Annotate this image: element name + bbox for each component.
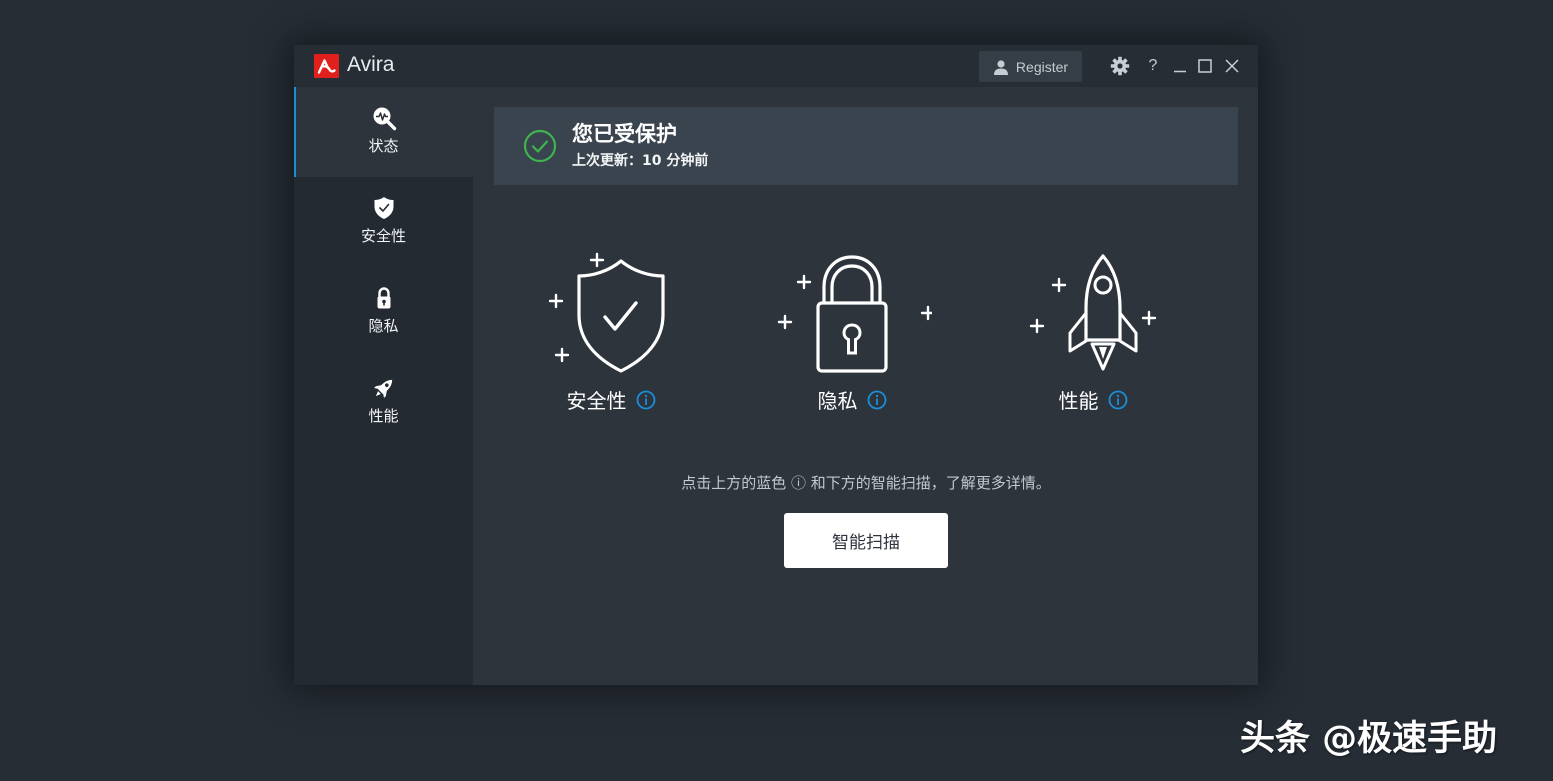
feature-label: 隐私 xyxy=(752,385,952,414)
feature-privacy[interactable]: 隐私 xyxy=(752,245,952,420)
status-title: 您已受保护 xyxy=(572,122,677,146)
avira-window: Avira Register ? 状态 安全性 隐私 性能 您已受保护 上次更新… xyxy=(294,45,1258,685)
feature-security[interactable]: 安全性 xyxy=(511,245,711,420)
title-bar[interactable]: Avira Register ? xyxy=(294,45,1258,87)
hint-text: 点击上方的蓝色 ⓘ 和下方的智能扫描，了解更多详情。 xyxy=(681,474,1051,492)
app-name: Avira xyxy=(347,53,395,76)
feature-security-label: 安全性 xyxy=(566,389,627,413)
help-button[interactable]: ? xyxy=(1142,55,1164,77)
rocket-icon xyxy=(1029,254,1157,371)
padlock-icon xyxy=(777,255,932,373)
user-icon xyxy=(993,59,1008,75)
sidebar-item-label: 隐私 xyxy=(368,317,399,335)
info-icon[interactable] xyxy=(867,390,887,410)
close-icon xyxy=(1225,59,1239,73)
sidebar-item-label: 状态 xyxy=(368,137,399,155)
maximize-button[interactable] xyxy=(1194,55,1216,77)
sidebar-item-label: 性能 xyxy=(368,407,399,425)
status-scan-icon xyxy=(373,107,397,131)
maximize-icon xyxy=(1198,59,1212,73)
shield-icon xyxy=(374,197,394,219)
close-button[interactable] xyxy=(1221,55,1243,77)
lock-icon xyxy=(377,287,391,309)
avira-logo-icon xyxy=(317,59,336,74)
minimize-button[interactable] xyxy=(1169,55,1191,77)
sidebar: 状态 安全性 隐私 性能 xyxy=(294,87,473,685)
sidebar-item-performance[interactable]: 性能 xyxy=(294,357,473,447)
register-button[interactable]: Register xyxy=(979,51,1082,82)
feature-performance[interactable]: 性能 xyxy=(993,245,1193,420)
sidebar-item-security[interactable]: 安全性 xyxy=(294,177,473,267)
minimize-icon xyxy=(1174,70,1186,73)
shield-check-icon xyxy=(548,252,665,373)
feature-privacy-label: 隐私 xyxy=(817,389,858,413)
protection-status-banner: 您已受保护 上次更新：10 分钟前 xyxy=(494,107,1238,185)
sidebar-item-label: 安全性 xyxy=(360,227,406,245)
sidebar-item-privacy[interactable]: 隐私 xyxy=(294,267,473,357)
avira-logo xyxy=(314,54,339,78)
sidebar-item-status[interactable]: 状态 xyxy=(294,87,473,177)
status-last-update: 上次更新：10 分钟前 xyxy=(572,153,709,169)
register-label: Register xyxy=(1015,58,1069,75)
check-circle-icon xyxy=(523,129,557,163)
info-icon[interactable] xyxy=(1108,390,1128,410)
feature-performance-label: 性能 xyxy=(1058,389,1099,413)
gear-icon xyxy=(1110,56,1130,76)
feature-label: 安全性 xyxy=(511,385,711,414)
watermark-text: 头条 @极速手助 xyxy=(1240,719,1498,759)
settings-button[interactable] xyxy=(1109,55,1131,77)
info-icon[interactable] xyxy=(636,390,656,410)
smart-scan-button[interactable]: 智能扫描 xyxy=(784,513,948,568)
rocket-icon xyxy=(374,379,393,398)
feature-label: 性能 xyxy=(993,385,1193,414)
